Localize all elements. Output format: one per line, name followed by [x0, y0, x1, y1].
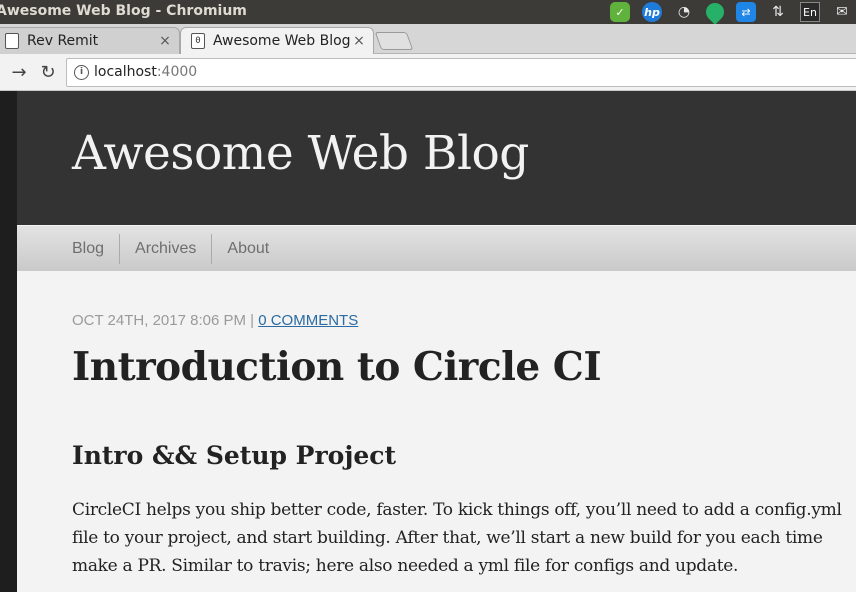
tab-rev-remit[interactable]: Rev Remit × — [0, 27, 180, 54]
nav-link-about[interactable]: About — [211, 234, 284, 264]
post-date: OCT 24TH, 2017 8:06 PM — [72, 312, 246, 329]
site-info-icon[interactable]: i — [74, 65, 89, 80]
site-favicon-icon: 0 — [191, 33, 205, 49]
page-favicon-icon — [5, 33, 19, 49]
network-transfer-icon[interactable]: ⇅ — [768, 2, 788, 22]
page-viewport: Awesome Web Blog Blog Archives About OCT… — [0, 91, 856, 592]
tab-label: Rev Remit — [27, 33, 99, 49]
url-host: localhost — [94, 64, 157, 80]
forward-icon[interactable]: → — [8, 61, 30, 83]
url-text[interactable]: localhost:4000 — [94, 64, 197, 80]
evernote-icon[interactable] — [702, 0, 728, 25]
keyboard-language-indicator[interactable]: En — [800, 2, 820, 22]
nav-link-archives[interactable]: Archives — [119, 234, 211, 264]
system-tray: ✓ hp ◔ ⇄ ⇅ En ✉ — [610, 0, 856, 25]
post-meta: OCT 24TH, 2017 8:06 PM | 0 COMMENTS — [72, 312, 358, 329]
comments-link[interactable]: 0 COMMENTS — [258, 312, 358, 329]
meta-separator: | — [245, 312, 259, 329]
tab-awesome-web-blog[interactable]: 0 Awesome Web Blog × — [180, 27, 374, 54]
hp-icon[interactable]: hp — [642, 2, 662, 22]
url-port: :4000 — [156, 64, 198, 80]
blog-page: Awesome Web Blog Blog Archives About OCT… — [17, 91, 856, 592]
browser-toolbar: → ↻ i localhost:4000 — [0, 54, 856, 91]
tab-close-icon[interactable]: × — [157, 33, 173, 49]
tab-strip: Rev Remit × 0 Awesome Web Blog × — [0, 24, 856, 54]
blog-header: Awesome Web Blog — [17, 91, 856, 225]
nav-link-blog[interactable]: Blog — [72, 234, 119, 264]
window-title-bar: Awesome Web Blog - Chromium ✓ hp ◔ ⇄ ⇅ E… — [0, 0, 856, 25]
tab-label: Awesome Web Blog — [213, 33, 351, 49]
check-icon[interactable]: ✓ — [610, 2, 630, 22]
new-tab-button[interactable] — [374, 32, 414, 50]
address-bar[interactable]: i localhost:4000 — [66, 58, 856, 87]
section-heading: Intro && Setup Project — [72, 441, 397, 470]
post-content: OCT 24TH, 2017 8:06 PM | 0 COMMENTS Intr… — [17, 271, 856, 592]
blog-title[interactable]: Awesome Web Blog — [72, 126, 529, 181]
window-title: Awesome Web Blog - Chromium — [0, 3, 247, 19]
post-paragraph: CircleCI helps you ship better code, fas… — [72, 500, 842, 576]
teamviewer-icon[interactable]: ⇄ — [736, 2, 756, 22]
mail-icon[interactable]: ✉ — [832, 2, 852, 22]
tab-close-icon[interactable]: × — [351, 33, 367, 49]
blog-nav: Blog Archives About — [17, 225, 856, 272]
post-title: Introduction to Circle CI — [72, 344, 602, 390]
reload-icon[interactable]: ↻ — [37, 61, 59, 83]
wifi-icon[interactable]: ◔ — [674, 2, 694, 22]
